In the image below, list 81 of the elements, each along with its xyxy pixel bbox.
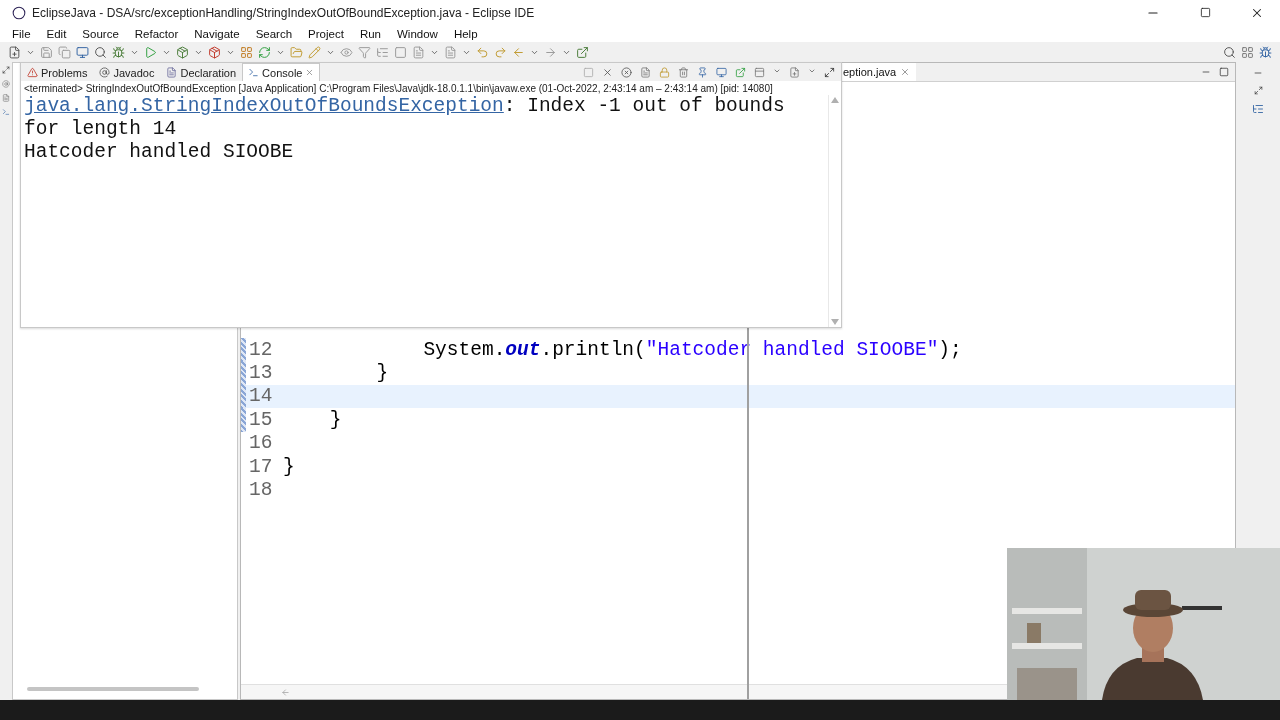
code-line: 15 }: [241, 408, 1235, 432]
view-tab[interactable]: Problems: [21, 63, 94, 81]
code-line: 17 }: [248, 454, 296, 479]
copy-icon[interactable]: [58, 45, 71, 59]
folder-icon[interactable]: [290, 45, 303, 59]
menu-item[interactable]: Refactor: [126, 27, 187, 40]
scrollbar-thumb[interactable]: [27, 687, 199, 691]
open-window-icon[interactable]: [576, 45, 589, 59]
search-icon[interactable]: [94, 45, 107, 59]
scroll-left-icon[interactable]: [281, 687, 290, 697]
error-output: java.lang.StringIndexOutOfBoundsException: Index -1 out of bounds for length 14: [24, 95, 786, 141]
java-perspective-icon[interactable]: [1259, 45, 1272, 59]
exception-link[interactable]: java.lang.StringIndexOutOfBoundsException: [24, 95, 504, 117]
menu-item[interactable]: Source: [74, 27, 127, 40]
document-icon[interactable]: [640, 66, 651, 78]
open-window-icon[interactable]: [735, 66, 746, 78]
scrollbar[interactable]: [828, 95, 841, 327]
stop-icon[interactable]: [583, 66, 594, 78]
remove-all-icon[interactable]: [621, 66, 632, 78]
grid-icon[interactable]: [240, 45, 253, 59]
restore-icon[interactable]: [2, 66, 10, 74]
terminal-icon[interactable]: [2, 108, 10, 116]
outline-icon[interactable]: [1252, 103, 1264, 115]
terminal-icon: [248, 67, 260, 78]
monitor-icon[interactable]: [76, 45, 89, 59]
search-icon[interactable]: [1223, 45, 1236, 59]
remove-icon[interactable]: [602, 66, 613, 78]
at-sign-icon: [99, 67, 111, 78]
undo-icon[interactable]: [476, 45, 489, 59]
code-line: 12 System.out.println("Hatcoder handled SIOOBE");: [241, 338, 1235, 362]
menu-item[interactable]: Edit: [38, 27, 75, 40]
save-icon[interactable]: [40, 45, 53, 59]
menu-item[interactable]: Navigate: [186, 27, 248, 40]
menu-item[interactable]: Help: [445, 27, 486, 40]
code-line: 13 }: [241, 361, 1235, 385]
pin-icon[interactable]: [697, 66, 708, 78]
view-tab[interactable]: Console: [242, 63, 321, 81]
process-status: <terminated> StringIndexOutOfBoundException [Java Application] C:\Program Files\Java\jdk-18.0.1.1\bin\javaw.exe (01-Oct-2022, 2:43:14 am – 2:43:14 am) [pid: 14080]: [23, 81, 774, 95]
filter-icon[interactable]: [358, 45, 371, 59]
back-icon[interactable]: [512, 45, 525, 59]
refresh-icon[interactable]: [258, 45, 271, 59]
pencil-icon[interactable]: [308, 45, 321, 59]
package-icon[interactable]: [208, 45, 221, 59]
document-icon[interactable]: [2, 94, 10, 102]
menu-item[interactable]: Search: [247, 27, 301, 40]
maximize-icon[interactable]: [1219, 67, 1229, 77]
forward-icon[interactable]: [544, 45, 557, 59]
bug-icon[interactable]: [112, 45, 125, 59]
menu-item[interactable]: Window: [389, 27, 446, 40]
warning-icon: [27, 67, 38, 78]
eclipse-logo-icon: [12, 5, 26, 20]
restore-icon[interactable]: [824, 66, 835, 78]
console-output: Hatcoder handled SIOOBE: [24, 141, 295, 164]
view-tab[interactable]: Javadoc: [93, 63, 161, 81]
clear-icon[interactable]: [678, 66, 689, 78]
panel-icon[interactable]: [754, 66, 765, 78]
menu-item[interactable]: Run: [351, 27, 389, 40]
document-icon[interactable]: [412, 45, 425, 59]
new-console-icon[interactable]: [789, 66, 800, 78]
package-icon[interactable]: [176, 45, 189, 59]
view-tab[interactable]: Declaration: [160, 63, 243, 81]
perspective-icon[interactable]: [1241, 45, 1254, 59]
at-sign-icon[interactable]: [2, 80, 10, 88]
play-icon[interactable]: [144, 45, 157, 59]
editor-tab[interactable]: eption.java: [841, 63, 917, 81]
document-icon[interactable]: [444, 45, 457, 59]
maximize-icon[interactable]: [1199, 7, 1211, 18]
list-icon[interactable]: [376, 45, 389, 59]
document-icon: [166, 67, 178, 78]
new-file-icon[interactable]: [8, 45, 21, 59]
window-title: EclipseJava - DSA/src/exceptionHandling/StringIndexOutOfBoundException.java - Eclipse IDE: [32, 5, 536, 20]
restore-icon[interactable]: [1253, 86, 1263, 95]
square-icon[interactable]: [394, 45, 407, 59]
menu-item[interactable]: File: [4, 27, 39, 40]
eye-icon[interactable]: [340, 45, 353, 59]
lock-icon[interactable]: [659, 66, 670, 78]
redo-icon[interactable]: [494, 45, 507, 59]
monitor-icon[interactable]: [716, 66, 727, 78]
menu-item[interactable]: Project: [300, 27, 352, 40]
code-line: 18: [248, 478, 274, 502]
code-line: 16: [248, 431, 274, 455]
